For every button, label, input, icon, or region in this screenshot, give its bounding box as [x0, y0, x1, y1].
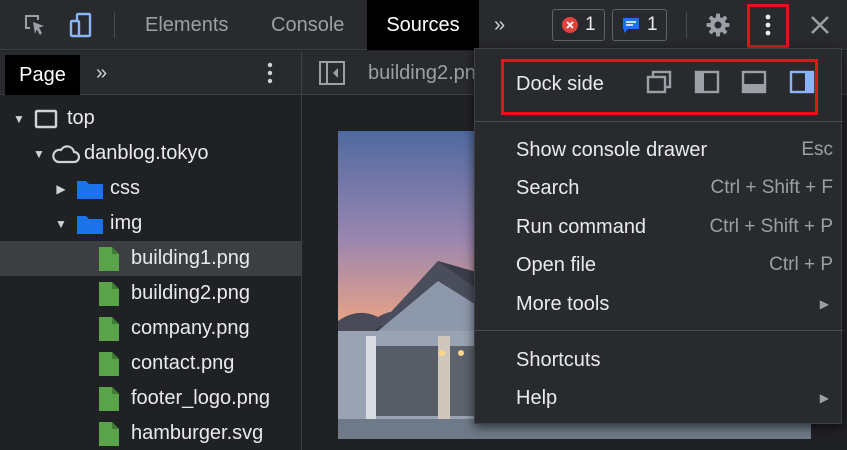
tree-item-file[interactable]: footer_logo.png [0, 381, 301, 416]
tree-item-file[interactable]: building1.png [0, 241, 301, 276]
navigator-menu-icon[interactable] [266, 61, 274, 90]
collapse-arrow-icon[interactable]: ▶ [54, 182, 68, 196]
tree-item-top[interactable]: ▼ top [0, 101, 301, 136]
tree-item-file[interactable]: hamburger.svg [0, 416, 301, 450]
device-toolbar-icon[interactable] [64, 8, 98, 42]
expand-arrow-icon[interactable]: ▼ [54, 217, 68, 231]
tree-item-label: hamburger.svg [131, 422, 264, 444]
file-icon [99, 421, 119, 446]
menu-item-shortcut: Ctrl + Shift + P [709, 216, 833, 237]
tab-console[interactable]: Console [253, 0, 362, 50]
expand-arrow-icon[interactable]: ▼ [32, 147, 46, 161]
menu-item-show-console-drawer[interactable]: Show console drawer Esc [475, 131, 843, 169]
navigator-more-tabs-button[interactable]: » [96, 51, 107, 95]
toolbar-divider [114, 12, 115, 38]
file-icon [99, 351, 119, 376]
tree-item-label: building1.png [131, 247, 250, 269]
error-icon [562, 17, 578, 33]
tree-item-file[interactable]: company.png [0, 311, 301, 346]
menu-item-open-file[interactable]: Open file Ctrl + P [475, 246, 843, 284]
menu-item-shortcut: Esc [801, 139, 833, 160]
file-icon [99, 281, 119, 306]
file-icon [99, 246, 119, 271]
tree-item-file[interactable]: building2.png [0, 276, 301, 311]
tree-item-folder-css[interactable]: ▶ css [0, 171, 301, 206]
menu-item-shortcut: Ctrl + Shift + F [710, 177, 833, 198]
cloud-icon [52, 144, 80, 163]
tree-item-label: footer_logo.png [131, 387, 271, 409]
tab-elements[interactable]: Elements [127, 0, 246, 50]
menu-item-label: Run command [516, 215, 647, 238]
messages-badge[interactable]: 1 [612, 9, 667, 41]
close-icon[interactable] [803, 8, 837, 42]
menu-item-shortcut: Ctrl + P [769, 254, 833, 275]
tab-sources[interactable]: Sources [367, 0, 479, 50]
menu-item-more-tools[interactable]: More tools ▶ [475, 285, 843, 323]
more-options-menu: Dock side Show console drawer Esc Search… [474, 48, 843, 424]
menu-item-label: Help [516, 386, 558, 409]
inspect-element-icon[interactable] [18, 8, 52, 42]
tree-item-label: building2.png [131, 282, 250, 304]
toolbar-divider [686, 12, 687, 38]
errors-count: 1 [585, 14, 596, 35]
menu-item-search[interactable]: Search Ctrl + Shift + F [475, 169, 843, 207]
sources-navigator: Page » ▼ top ▼ danblog.tokyo ▶ css ▼ img… [0, 51, 302, 450]
more-tabs-button[interactable]: » [480, 0, 519, 50]
menu-item-label: Shortcuts [516, 348, 601, 371]
file-icon [99, 386, 119, 411]
dock-left-icon[interactable] [694, 70, 720, 94]
dock-side-label: Dock side [516, 73, 604, 95]
tab-page[interactable]: Page [5, 55, 80, 95]
tree-item-label: img [110, 212, 143, 234]
devtools-toolbar: Elements Console Sources » 1 1 [0, 0, 847, 50]
folder-icon [77, 180, 103, 199]
menu-item-label: Open file [516, 253, 597, 276]
tree-item-folder-img[interactable]: ▼ img [0, 206, 301, 241]
dock-bottom-icon[interactable] [741, 70, 767, 94]
frame-icon [34, 109, 58, 128]
menu-item-label: Show console drawer [516, 138, 708, 161]
menu-item-label: More tools [516, 292, 610, 315]
tree-item-label: company.png [131, 317, 250, 339]
menu-item-shortcuts[interactable]: Shortcuts [475, 341, 843, 379]
more-options-highlight [747, 4, 789, 48]
editor-tab-file[interactable]: building2.png [368, 51, 487, 95]
menu-item-run-command[interactable]: Run command Ctrl + Shift + P [475, 208, 843, 246]
dock-undock-icon[interactable] [646, 70, 672, 94]
toggle-navigator-icon[interactable] [318, 60, 346, 91]
folder-icon [77, 215, 103, 234]
menu-item-help[interactable]: Help ▶ [475, 379, 843, 417]
tree-item-file[interactable]: contact.png [0, 346, 301, 381]
message-icon [623, 18, 639, 33]
tree-item-label: css [110, 177, 140, 199]
tree-item-domain[interactable]: ▼ danblog.tokyo [0, 136, 301, 171]
menu-separator [475, 121, 843, 122]
file-icon [99, 316, 119, 341]
submenu-arrow-icon: ▶ [819, 297, 829, 311]
menu-item-label: Search [516, 176, 580, 199]
tree-item-label: danblog.tokyo [84, 142, 209, 164]
submenu-arrow-icon: ▶ [819, 391, 829, 405]
expand-arrow-icon[interactable]: ▼ [12, 112, 26, 126]
messages-count: 1 [647, 14, 658, 35]
menu-separator [475, 330, 843, 331]
settings-gear-icon[interactable] [701, 8, 735, 42]
errors-badge[interactable]: 1 [552, 9, 605, 41]
tree-item-label: top [67, 107, 95, 129]
dock-right-icon[interactable] [789, 70, 815, 94]
navigator-tabs: Page » [0, 51, 301, 95]
tree-item-label: contact.png [131, 352, 235, 374]
